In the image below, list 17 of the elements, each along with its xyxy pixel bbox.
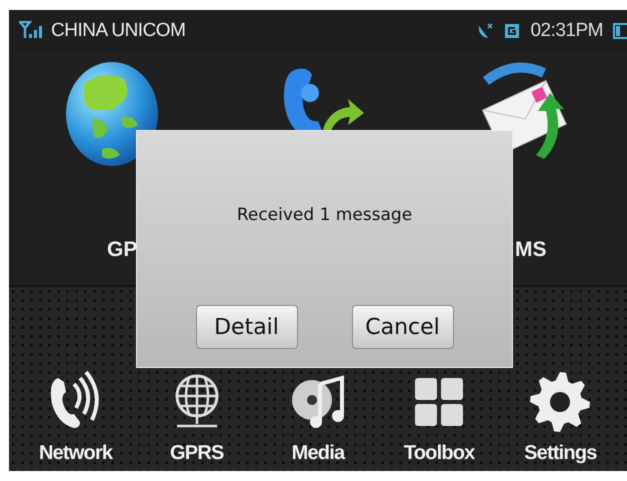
battery-icon bbox=[613, 23, 627, 39]
clock-time: 02:31PM bbox=[530, 20, 603, 42]
signal-icon bbox=[19, 21, 45, 39]
app-label[interactable]: MS bbox=[515, 238, 546, 262]
carrier-name: CHINA UNICOM bbox=[51, 20, 186, 42]
dock-label[interactable]: Network bbox=[38, 442, 112, 465]
dock-label[interactable]: Media bbox=[292, 442, 344, 465]
dialog-button[interactable]: Cancel bbox=[352, 305, 454, 349]
app-label[interactable]: GP bbox=[107, 238, 138, 262]
settings-icon[interactable] bbox=[528, 370, 592, 434]
dock-label[interactable]: GPRS bbox=[170, 442, 224, 465]
dock-label[interactable]: Settings bbox=[524, 442, 597, 465]
dialog-button[interactable]: Detail bbox=[196, 305, 298, 349]
satellite-dish-icon bbox=[476, 22, 494, 40]
network-type-icon bbox=[504, 23, 520, 39]
dock-label[interactable]: Toolbox bbox=[404, 442, 474, 465]
dialog-message: Received 1 message bbox=[236, 205, 412, 225]
